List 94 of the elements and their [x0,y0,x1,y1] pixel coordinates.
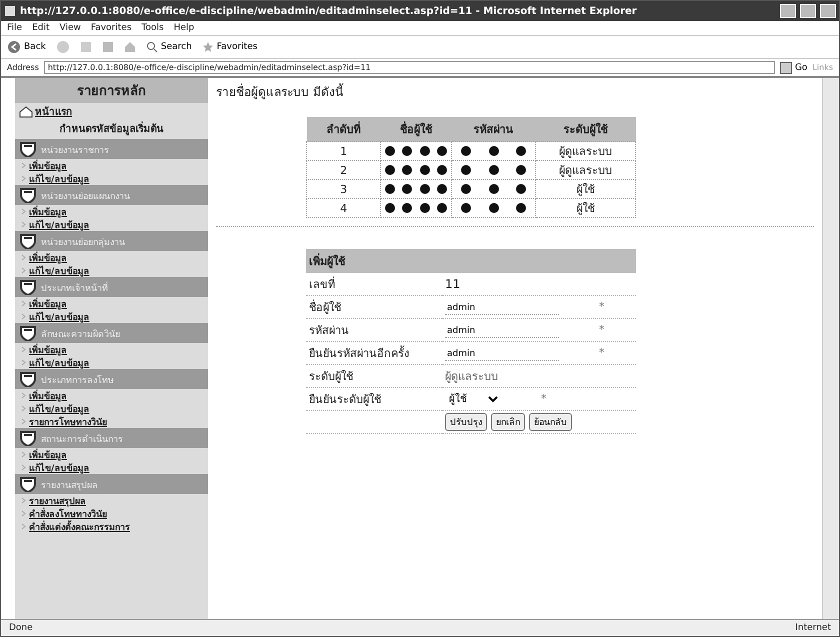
section-title: ประเภทเจ้าหน้าที่ [41,281,108,295]
column-header: ชื่อผู้ใช้ [380,117,452,142]
section-title: รายงานสรุปผล [41,480,98,492]
menu-item[interactable]: Tools [142,23,164,33]
shield-icon [19,476,37,492]
favorites-button[interactable]: Favorites [202,41,258,53]
shield-icon [19,279,37,295]
sidebar-link[interactable]: คำสั่งแต่งตั้งคณะกรรมการ [15,520,208,533]
address-label: Address [7,63,39,72]
shield-icon [19,187,37,203]
field-label: รหัสผ่าน [306,318,442,342]
shield-icon [19,430,37,446]
sidebar-link[interactable]: รายการโทษทางวินัย [15,415,208,428]
form-title: เพิ่มผู้ใช้ [306,249,636,273]
sidebar-title: รายการหลัก [15,78,208,103]
sidebar-subtitle: กำหนดรหัสข้อมูลเริ่มต้น [15,120,208,139]
go-button[interactable]: Go [780,62,808,74]
sidebar-link[interactable]: รายงานสรุปผล [15,494,208,507]
menu-item[interactable]: Edit [32,23,50,33]
form-button[interactable]: ปรับปรุง [445,413,487,431]
shield-icon [19,325,37,341]
sidebar-link[interactable]: แก้ไข/ลบข้อมูล [15,461,208,474]
scrollbar[interactable] [822,78,839,619]
form-button[interactable]: ยกเลิก [491,413,525,431]
table-cell: ผู้ใช้ [535,198,636,218]
section-title: หน่วยงานย่อยกลุ่มงาน [41,237,125,249]
menu-item[interactable]: Help [174,23,194,33]
field-label: ชื่อผู้ใช้ [306,296,442,318]
home-icon[interactable] [124,41,136,53]
sidebar-link[interactable]: คำสั่งลงโทษทางวินัย [15,507,208,520]
column-header: ลำดับที่ [306,117,381,142]
table-cell: ผู้ดูแลระบบ [535,160,636,180]
sidebar-link[interactable]: เพิ่มข้อมูล [15,389,208,402]
back-button[interactable]: Back [7,40,46,54]
status-text: Done [9,623,33,633]
input-field[interactable]: admin [445,324,559,338]
search-icon [146,41,158,53]
sidebar-link[interactable]: เพิ่มข้อมูล [15,297,208,310]
section-title: หน่วยงานราชการ [41,145,109,157]
status-zone: Internet [795,623,831,633]
minimize-button[interactable] [780,4,796,18]
required-mark: * [541,392,546,405]
sidebar-link[interactable]: เพิ่มข้อมูล [15,159,208,172]
page-heading: รายชื่อผู้ดูแลระบบ มีดังนี้ [216,82,344,101]
shield-icon [19,371,37,387]
sidebar-link[interactable]: แก้ไข/ลบข้อมูล [15,264,208,277]
sidebar-link[interactable]: เพิ่มข้อมูล [15,343,208,356]
browser-icon [4,5,16,17]
section-title: หน่วยงานย่อยแผนกงาน [41,191,130,203]
table-cell: 4 [306,198,381,218]
sidebar-link[interactable]: แก้ไข/ลบข้อมูล [15,172,208,185]
field-label: ยืนยันรหัสผ่านอีกครั้ง [306,342,442,364]
search-button[interactable]: Search [146,41,192,53]
sidebar-link[interactable]: เพิ่มข้อมูล [15,448,208,461]
star-icon [202,41,214,53]
table-cell: ผู้ใช้ [535,180,636,198]
address-field[interactable]: http://127.0.0.1:8080/e-office/e-discipline/webadmin/editadminselect.asp?id=11 [44,61,775,74]
required-mark: * [599,322,604,336]
table-cell: ผู้ดูแลระบบ [535,142,636,160]
section-title: สถานะการดำเนินการ [41,434,123,446]
field-label: ระดับผู้ใช้ [306,364,442,388]
table-cell: 1 [306,142,381,160]
level-select[interactable]: ผู้ใช้ [445,393,501,406]
sidebar-link[interactable]: แก้ไข/ลบข้อมูล [15,402,208,415]
shield-icon [19,141,37,157]
window-title: http://127.0.0.1:8080/e-office/e-discipline/webadmin/editadminselect.asp?id=11 - Microsoft Internet Explorer [20,6,638,16]
column-header: ระดับผู้ใช้ [535,117,636,142]
field-value: 11 [445,277,460,291]
section-title: ลักษณะความผิดวินัย [41,328,120,341]
section-title: ประเภทการลงโทษ [41,374,114,387]
column-header: รหัสผ่าน [452,117,536,142]
menu-item[interactable]: View [60,23,81,33]
sidebar-link[interactable]: เพิ่มข้อมูล [15,251,208,264]
house-icon [19,106,33,118]
required-mark: * [599,300,604,312]
field-label: เลขที่ [306,273,442,296]
table-cell: 3 [306,180,381,198]
shield-icon [19,233,37,249]
sidebar-link[interactable]: เพิ่มข้อมูล [15,205,208,218]
home-link[interactable]: หน้าแรก [15,103,208,120]
menu-item[interactable]: Favorites [90,23,132,33]
sidebar-link[interactable]: แก้ไข/ลบข้อมูล [15,310,208,323]
field-label: ยืนยันระดับผู้ใช้ [306,388,442,410]
input-field[interactable]: admin [445,348,559,360]
close-button[interactable] [820,4,836,18]
required-mark: * [599,346,604,358]
maximize-button[interactable] [800,4,816,18]
sidebar-link[interactable]: แก้ไข/ลบข้อมูล [15,356,208,369]
sidebar-link[interactable]: แก้ไข/ลบข้อมูล [15,218,208,231]
form-button[interactable]: ย้อนกลับ [529,413,572,431]
field-value: ผู้ดูแลระบบ [445,370,498,383]
menu-item[interactable]: File [7,23,22,33]
table-cell: 2 [306,160,381,180]
input-field[interactable]: admin [445,302,559,314]
